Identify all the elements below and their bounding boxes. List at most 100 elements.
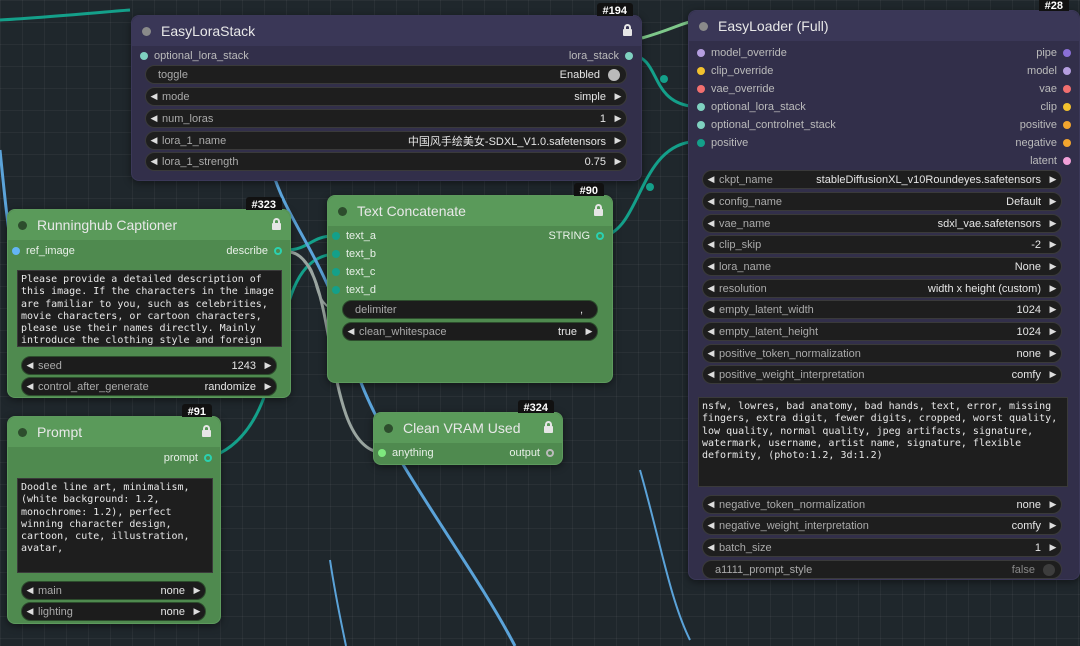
right-arrow-icon[interactable]: ▶ xyxy=(1045,304,1061,315)
input-slot[interactable]: optional_lora_stack xyxy=(140,50,249,62)
right-arrow-icon[interactable]: ▶ xyxy=(1045,520,1061,531)
output-slot[interactable]: model xyxy=(1027,65,1071,77)
slot-dot-icon[interactable] xyxy=(697,49,705,57)
input-slot[interactable]: text_d xyxy=(332,284,376,296)
seed-number[interactable]: ◀ seed 1243 ▶ xyxy=(21,356,277,375)
slot-dot-icon[interactable] xyxy=(140,52,148,60)
left-arrow-icon[interactable]: ◀ xyxy=(703,283,719,294)
right-arrow-icon[interactable]: ▶ xyxy=(1045,499,1061,510)
right-arrow-icon[interactable]: ▶ xyxy=(1045,261,1061,272)
slot-dot-icon[interactable] xyxy=(697,85,705,93)
right-arrow-icon[interactable]: ▶ xyxy=(1045,196,1061,207)
left-arrow-icon[interactable]: ◀ xyxy=(703,196,719,207)
negative-weight-interpretation-combo[interactable]: ◀ negative_weight_interpretation comfy ▶ xyxy=(702,516,1062,535)
slot-dot-icon[interactable] xyxy=(1063,139,1071,147)
slot-dot-icon[interactable] xyxy=(378,449,386,457)
delimiter-field[interactable]: delimiter , xyxy=(342,300,598,319)
output-slot[interactable]: describe xyxy=(226,245,282,257)
output-slot[interactable]: pipe xyxy=(1036,47,1071,59)
right-arrow-icon[interactable]: ▶ xyxy=(189,606,205,617)
node-title-bar[interactable]: Text Concatenate xyxy=(328,196,612,226)
collapse-dot-icon[interactable] xyxy=(699,21,708,31)
output-slot[interactable]: latent xyxy=(1030,155,1071,167)
slot-dot-icon[interactable] xyxy=(697,121,705,129)
left-arrow-icon[interactable]: ◀ xyxy=(146,113,162,124)
left-arrow-icon[interactable]: ◀ xyxy=(703,542,719,553)
right-arrow-icon[interactable]: ▶ xyxy=(610,135,626,146)
lock-icon[interactable] xyxy=(202,425,211,437)
output-slot[interactable]: vae xyxy=(1039,83,1071,95)
negative-token-normalization-combo[interactable]: ◀ negative_token_normalization none ▶ xyxy=(702,495,1062,514)
right-arrow-icon[interactable]: ▶ xyxy=(610,113,626,124)
left-arrow-icon[interactable]: ◀ xyxy=(703,520,719,531)
input-slot[interactable]: optional_lora_stack xyxy=(697,101,806,113)
input-slot[interactable]: vae_override xyxy=(697,83,775,95)
left-arrow-icon[interactable]: ◀ xyxy=(146,156,162,167)
slot-dot-icon[interactable] xyxy=(1063,85,1071,93)
clean-whitespace-combo[interactable]: ◀ clean_whitespace true ▶ xyxy=(342,322,598,341)
output-slot[interactable]: negative xyxy=(1015,137,1071,149)
slot-dot-icon[interactable] xyxy=(697,139,705,147)
left-arrow-icon[interactable]: ◀ xyxy=(703,348,719,359)
right-arrow-icon[interactable]: ▶ xyxy=(189,585,205,596)
lora-1-strength-number[interactable]: ◀ lora_1_strength 0.75 ▶ xyxy=(145,152,627,171)
slot-dot-icon[interactable] xyxy=(1063,157,1071,165)
slot-dot-icon[interactable] xyxy=(1063,121,1071,129)
collapse-dot-icon[interactable] xyxy=(384,423,393,433)
output-slot[interactable]: prompt xyxy=(164,452,212,464)
left-arrow-icon[interactable]: ◀ xyxy=(22,360,38,371)
node-title-bar[interactable]: Prompt xyxy=(8,417,220,447)
slot-dot-icon[interactable] xyxy=(12,247,20,255)
left-arrow-icon[interactable]: ◀ xyxy=(146,91,162,102)
right-arrow-icon[interactable]: ▶ xyxy=(1045,174,1061,185)
left-arrow-icon[interactable]: ◀ xyxy=(22,585,38,596)
slot-dot-icon[interactable] xyxy=(274,247,282,255)
text-concatenate-node[interactable]: #90 Text Concatenate text_a STRING text_… xyxy=(327,183,613,383)
easy-lora-stack-node[interactable]: #194 EasyLoraStack optional_lora_stack l… xyxy=(131,3,642,181)
left-arrow-icon[interactable]: ◀ xyxy=(22,381,38,392)
right-arrow-icon[interactable]: ▶ xyxy=(1045,369,1061,380)
slot-dot-icon[interactable] xyxy=(332,286,340,294)
slot-dot-icon[interactable] xyxy=(332,232,340,240)
left-arrow-icon[interactable]: ◀ xyxy=(22,606,38,617)
right-arrow-icon[interactable]: ▶ xyxy=(1045,348,1061,359)
slot-dot-icon[interactable] xyxy=(204,454,212,462)
slot-dot-icon[interactable] xyxy=(1063,67,1071,75)
left-arrow-icon[interactable]: ◀ xyxy=(703,239,719,250)
left-arrow-icon[interactable]: ◀ xyxy=(146,135,162,146)
right-arrow-icon[interactable]: ▶ xyxy=(1045,218,1061,229)
toggle-knob-icon[interactable] xyxy=(1043,563,1055,576)
toggle-widget[interactable]: toggle Enabled xyxy=(145,65,627,84)
slot-dot-icon[interactable] xyxy=(332,268,340,276)
input-slot[interactable]: optional_controlnet_stack xyxy=(697,119,836,131)
toggle-knob-icon[interactable] xyxy=(608,68,620,81)
slot-dot-icon[interactable] xyxy=(697,67,705,75)
left-arrow-icon[interactable]: ◀ xyxy=(703,218,719,229)
lock-icon[interactable] xyxy=(623,24,632,36)
collapse-dot-icon[interactable] xyxy=(338,206,347,216)
empty-latent-width-number[interactable]: ◀ empty_latent_width 1024 ▶ xyxy=(702,300,1062,319)
input-slot[interactable]: ref_image xyxy=(12,245,75,257)
num-loras-number[interactable]: ◀ num_loras 1 ▶ xyxy=(145,109,627,128)
clean-vram-node[interactable]: #324 Clean VRAM Used anything output xyxy=(373,400,563,465)
lock-icon[interactable] xyxy=(272,218,281,230)
right-arrow-icon[interactable]: ▶ xyxy=(260,360,276,371)
output-slot[interactable]: output xyxy=(509,447,554,459)
mode-combo[interactable]: ◀ mode simple ▶ xyxy=(145,87,627,106)
input-slot[interactable]: anything xyxy=(378,447,434,459)
slot-dot-icon[interactable] xyxy=(625,52,633,60)
output-slot[interactable]: positive xyxy=(1020,119,1071,131)
right-arrow-icon[interactable]: ▶ xyxy=(260,381,276,392)
a1111-prompt-style-toggle[interactable]: a1111_prompt_style false xyxy=(702,560,1062,579)
prompt-node[interactable]: #91 Prompt prompt Doodle line art, minim… xyxy=(7,404,221,624)
output-slot[interactable]: lora_stack xyxy=(569,50,633,62)
node-title-bar[interactable]: EasyLoraStack xyxy=(132,16,641,46)
prompt-textarea[interactable]: Doodle line art, minimalism, (white back… xyxy=(17,478,213,573)
right-arrow-icon[interactable]: ▶ xyxy=(610,91,626,102)
slot-dot-icon[interactable] xyxy=(546,449,554,457)
lock-icon[interactable] xyxy=(594,204,603,216)
slot-dot-icon[interactable] xyxy=(697,103,705,111)
input-slot[interactable]: model_override xyxy=(697,47,787,59)
positive-weight-interpretation-combo[interactable]: ◀ positive_weight_interpretation comfy ▶ xyxy=(702,365,1062,384)
lora-name-combo[interactable]: ◀ lora_name None ▶ xyxy=(702,257,1062,276)
